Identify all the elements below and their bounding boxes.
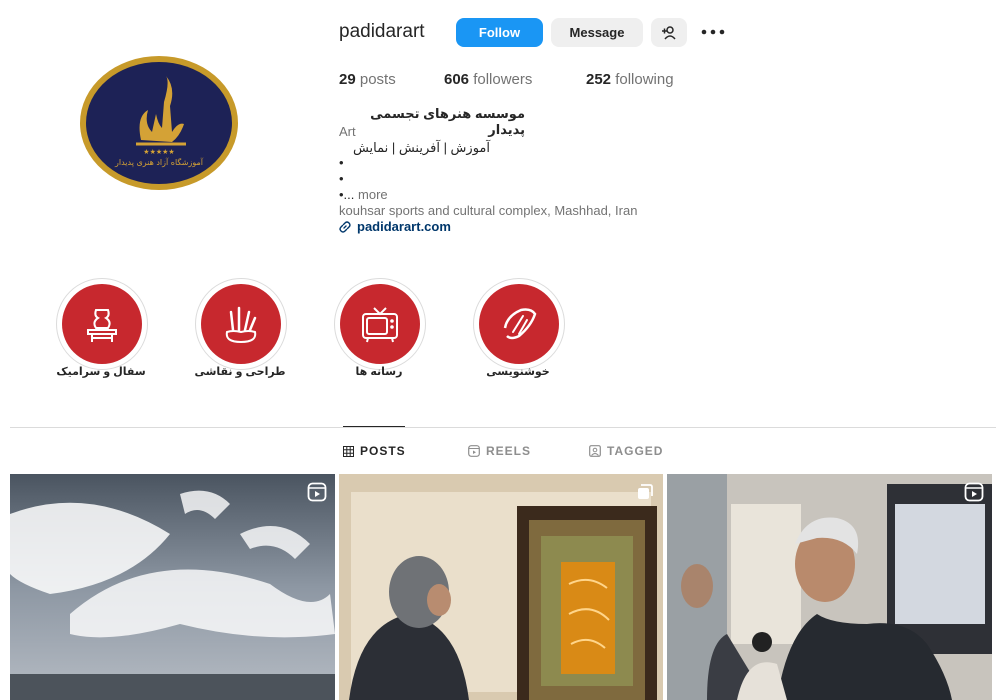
active-tab-indicator [343, 426, 405, 427]
bio-text: آموزش | آفرینش | نمایش [352, 140, 490, 155]
post-thumbnail[interactable] [339, 474, 663, 700]
tabs-divider [10, 427, 996, 428]
paint-brushes-icon [225, 306, 257, 344]
highlight-media[interactable] [334, 278, 426, 370]
bio-bullet: • [339, 155, 344, 170]
highlight-label: سفال و سرامیک [56, 366, 146, 378]
reel-badge-icon [964, 482, 984, 502]
reel-badge-icon [307, 482, 327, 502]
post-thumbnail[interactable] [667, 474, 992, 700]
suggest-user-button[interactable] [651, 18, 687, 47]
more-link[interactable]: more [358, 187, 388, 202]
bio-full-name: موسسه هنرهای تجسمی پدیدار [370, 106, 525, 137]
highlight-calligraphy[interactable] [473, 278, 565, 370]
grid-icon [343, 445, 354, 457]
bio-location: kouhsar sports and cultural complex, Mas… [339, 203, 638, 218]
post-image [339, 474, 663, 700]
add-user-icon [662, 25, 676, 40]
followers-count[interactable]: 606 followers [444, 71, 532, 88]
tab-posts[interactable]: POSTS [343, 444, 406, 458]
highlight-painting[interactable] [195, 278, 287, 370]
profile-username: padidarart [339, 21, 425, 42]
posts-count: 29 posts [339, 71, 396, 88]
carousel-badge-icon [638, 484, 653, 499]
highlight-label: طراحی و نقاشی [194, 366, 286, 378]
profile-avatar[interactable]: ★★★★★ آموزشگاه آزاد هنری پدیدار [80, 56, 238, 190]
tab-reels[interactable]: REELS [468, 444, 531, 458]
link-icon [339, 220, 351, 233]
reels-icon [468, 445, 480, 457]
post-image [10, 474, 335, 700]
television-icon [362, 307, 398, 343]
avatar-caption: آموزشگاه آزاد هنری پدیدار [114, 157, 204, 167]
follow-button[interactable]: Follow [456, 18, 543, 47]
tagged-icon [589, 445, 601, 457]
avatar-stars: ★★★★★ [143, 148, 174, 156]
post-thumbnail[interactable] [10, 474, 335, 700]
tab-tagged[interactable]: TAGGED [589, 444, 663, 458]
calligraphy-icon [503, 308, 537, 340]
pottery-icon [87, 309, 117, 342]
post-image [667, 474, 992, 700]
bio-website-link[interactable]: padidarart.com [339, 219, 451, 234]
bio-bullet: • [339, 171, 344, 186]
highlight-pottery[interactable] [56, 278, 148, 370]
logo-image: ★★★★★ آموزشگاه آزاد هنری پدیدار [86, 62, 232, 184]
following-count[interactable]: 252 following [586, 71, 674, 88]
message-button[interactable]: Message [551, 18, 643, 47]
bio-category: Art [339, 124, 356, 139]
highlight-label: رسانه ها [355, 366, 403, 378]
options-button[interactable] [700, 20, 726, 44]
highlight-label: خوشنویسی [486, 366, 550, 378]
bio-more[interactable]: •... more [339, 187, 388, 202]
more-options-icon [701, 29, 725, 35]
